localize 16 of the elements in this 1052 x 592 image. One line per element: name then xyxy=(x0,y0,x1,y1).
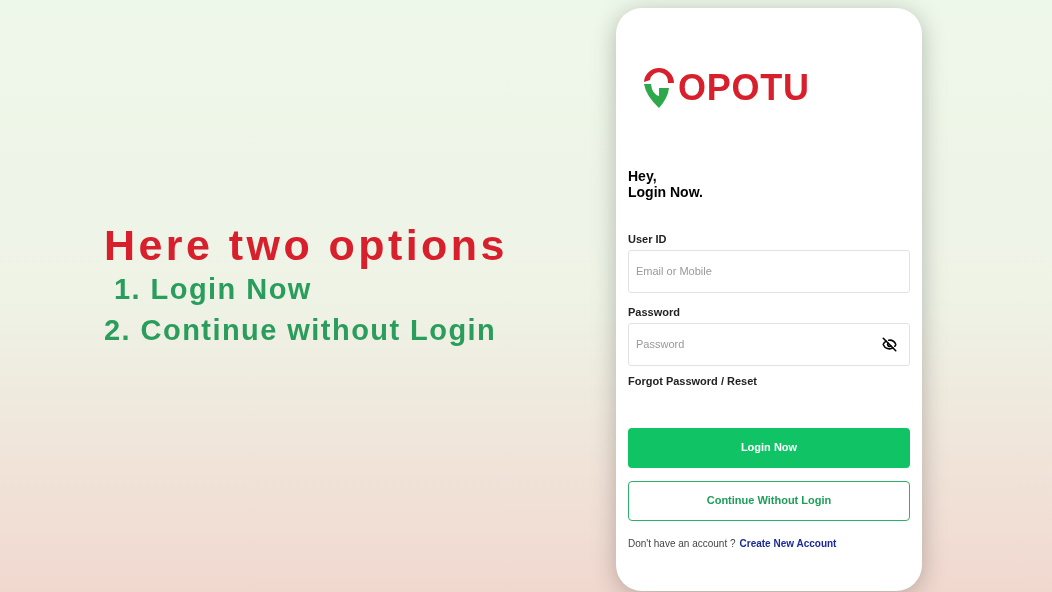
greeting: Hey, xyxy=(628,167,658,184)
eye-off-icon[interactable] xyxy=(882,336,897,352)
field-label: Password xyxy=(628,304,681,319)
promo-option: 2. Continue without Login xyxy=(104,310,616,351)
promo-heading: Here two options xyxy=(104,221,509,269)
field-label: User ID xyxy=(628,231,668,246)
signup-prompt: Don't have an account ? xyxy=(628,536,736,551)
continue-button[interactable]: Continue Without Login xyxy=(628,480,910,521)
user-id-field[interactable]: Email or Mobile xyxy=(628,249,910,293)
forgot-password-link[interactable]: Forgot Password / Reset xyxy=(628,373,757,388)
location-pin-logo-icon xyxy=(642,65,676,110)
promo-option: 1. Login Now xyxy=(104,269,616,310)
logo-text: OPOTU xyxy=(678,67,810,108)
create-account-link[interactable]: Create New Account xyxy=(739,536,837,551)
password-field[interactable]: Password xyxy=(628,322,910,366)
login-subtitle: Login Now. xyxy=(628,183,704,200)
